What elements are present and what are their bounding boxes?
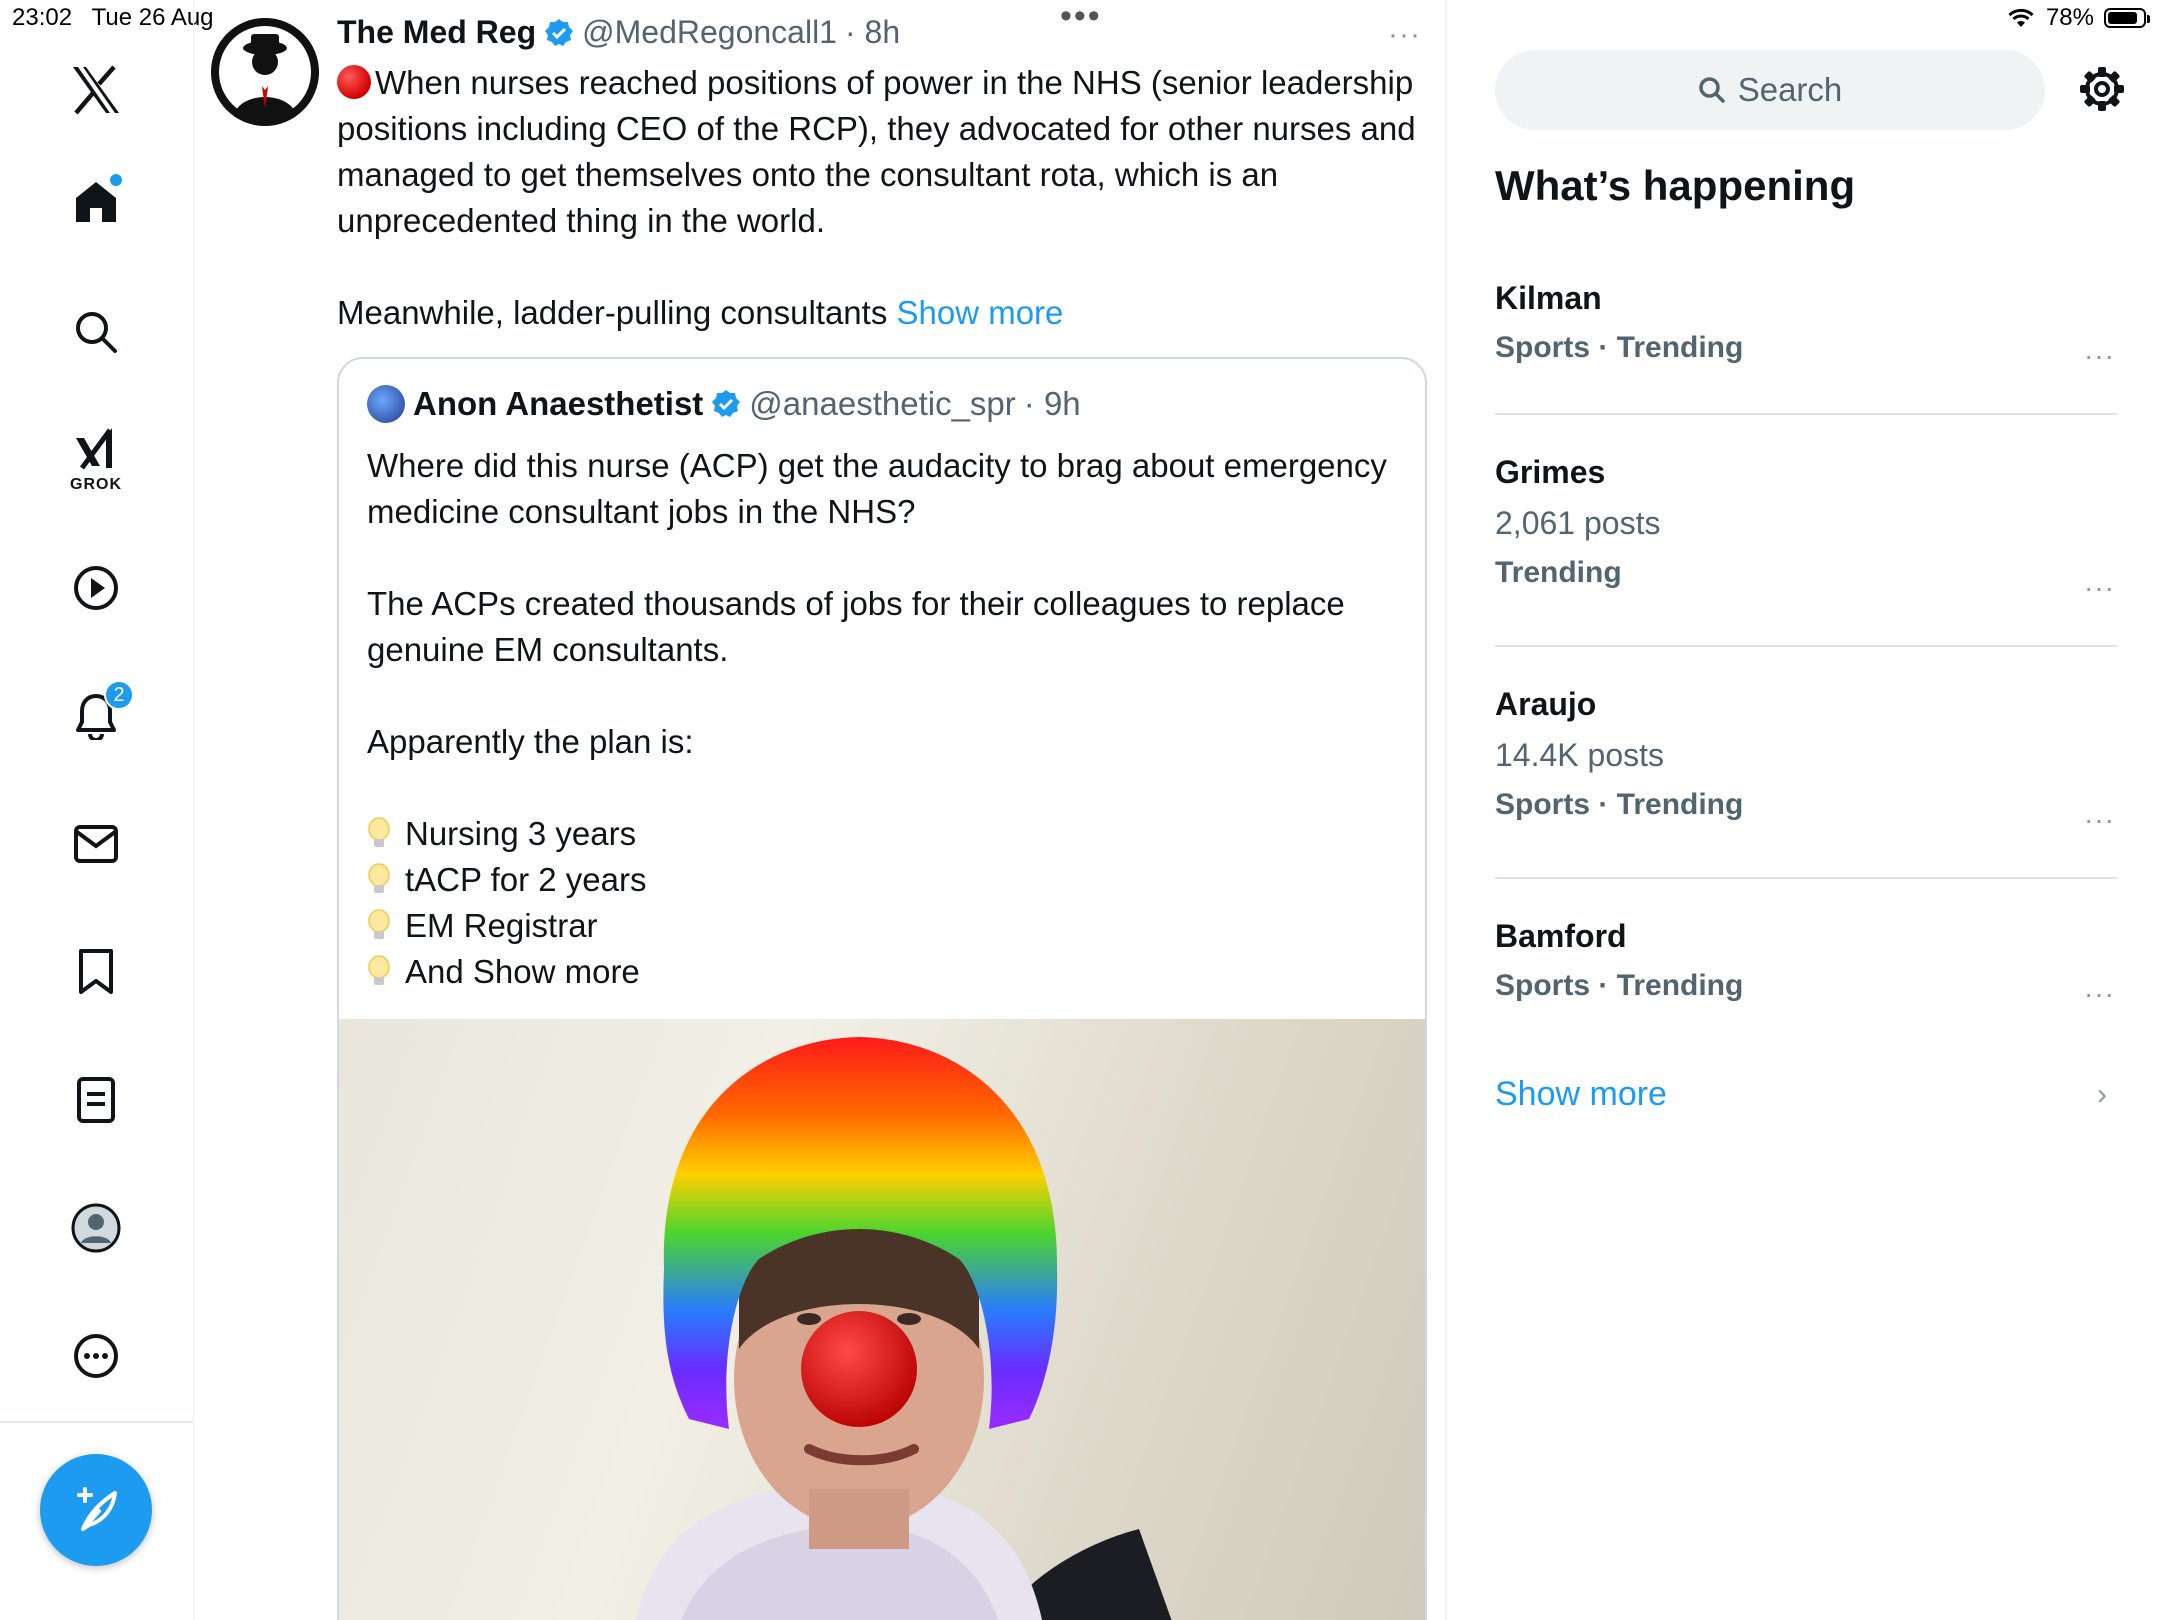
author-avatar[interactable] xyxy=(211,18,319,126)
nav-lists[interactable] xyxy=(64,1068,128,1132)
quoted-tweet-time[interactable]: · 9h xyxy=(1024,385,1081,423)
play-circle-icon xyxy=(74,566,118,610)
trend-item[interactable]: Bamford Sports · Trending ··· xyxy=(1495,918,2115,1009)
trends-show-more-link[interactable]: Show more xyxy=(1495,1075,1667,1114)
tweet-text: When nurses reached positions of power i… xyxy=(337,60,1427,336)
trend-name: Kilman xyxy=(1495,280,1602,316)
trend-item[interactable]: Araujo 14.4K posts Sports · Trending ··· xyxy=(1495,686,2115,835)
nav-profile[interactable] xyxy=(64,1196,128,1260)
trend-name: Araujo xyxy=(1495,686,1597,722)
trend-more-button[interactable]: ··· xyxy=(2084,340,2115,372)
tweet-time[interactable]: · 8h xyxy=(845,14,900,51)
mail-icon xyxy=(74,825,118,863)
trend-meta: Sports · Trending xyxy=(1495,331,1744,364)
feather-plus-icon xyxy=(77,1487,117,1531)
trend-item[interactable]: Grimes 2,061 posts Trending ··· xyxy=(1495,454,2115,603)
nav-explore[interactable] xyxy=(64,300,128,364)
lightbulb-emoji-icon xyxy=(368,955,390,985)
trend-meta: Sports · Trending xyxy=(1495,969,1744,1002)
compose-post-button[interactable] xyxy=(40,1454,152,1566)
list-icon xyxy=(77,1077,115,1123)
tweet-header: The Med Reg @MedRegoncall1 · 8h xyxy=(337,14,900,51)
nav-grok[interactable]: GROK xyxy=(64,420,128,493)
quoted-tweet-media-image[interactable] xyxy=(339,1019,1425,1620)
nav-messages[interactable] xyxy=(64,812,128,876)
plan-list-item-text: tACP for 2 years xyxy=(405,861,647,898)
timeline-column: The Med Reg @MedRegoncall1 · 8h ··· When… xyxy=(193,0,1447,1620)
tweet-author-name[interactable]: The Med Reg xyxy=(337,14,536,51)
tweet-more-button[interactable]: ··· xyxy=(1388,18,1421,52)
trend-name: Grimes xyxy=(1495,454,1606,490)
trend-meta: Sports · Trending xyxy=(1495,788,1744,821)
quoted-paragraph-3: Apparently the plan is: xyxy=(367,723,694,760)
nav-videos[interactable] xyxy=(64,556,128,620)
trend-item[interactable]: Kilman Sports · Trending ··· xyxy=(1495,280,2115,371)
quoted-tweet-header: Anon Anaesthetist @anaesthetic_spr · 9h xyxy=(367,385,1081,423)
home-unread-dot xyxy=(110,174,122,186)
trend-meta: Trending xyxy=(1495,556,1622,589)
nav-notifications[interactable]: 2 xyxy=(64,680,134,748)
quoted-tweet-text: Where did this nurse (ACP) get the audac… xyxy=(367,443,1397,995)
notification-badge: 2 xyxy=(104,680,134,710)
nav-home[interactable] xyxy=(64,170,128,234)
trend-divider xyxy=(1495,877,2117,879)
tweet-text-paragraph-2: Meanwhile, ladder-pulling consultants xyxy=(337,294,888,331)
whats-happening-title: What’s happening xyxy=(1495,162,1856,209)
trend-posts: 14.4K posts xyxy=(1495,737,1664,773)
tweet-text-paragraph-1: When nurses reached positions of power i… xyxy=(337,64,1416,239)
settings-gear-icon[interactable] xyxy=(2077,64,2127,114)
lightbulb-emoji-icon xyxy=(368,817,390,847)
quoted-paragraph-2: The ACPs created thousands of jobs for t… xyxy=(367,585,1345,668)
lightbulb-emoji-icon xyxy=(368,863,390,893)
plan-list-item: Nursing 3 years xyxy=(367,811,1397,857)
grok-label: GROK xyxy=(70,476,122,493)
more-circle-icon xyxy=(74,1334,118,1378)
quoted-author-name[interactable]: Anon Anaesthetist xyxy=(413,385,703,423)
tweet-show-more-link[interactable]: Show more xyxy=(897,294,1064,331)
search-input[interactable]: Search xyxy=(1495,50,2045,130)
trend-more-button[interactable]: ··· xyxy=(2084,572,2115,604)
plan-list-item-text: EM Registrar xyxy=(405,907,598,944)
profile-avatar-icon xyxy=(71,1203,121,1253)
right-sidebar: Search What’s happening Kilman Sports · … xyxy=(1447,0,2160,1620)
trend-divider xyxy=(1495,413,2117,415)
grok-icon xyxy=(76,428,113,470)
verified-badge-icon xyxy=(712,390,741,417)
search-placeholder: Search xyxy=(1737,71,1843,108)
plan-list-item: tACP for 2 years xyxy=(367,857,1397,903)
nav-divider xyxy=(0,1421,193,1423)
search-icon xyxy=(1698,77,1725,103)
trend-more-button[interactable]: ··· xyxy=(2084,804,2115,836)
trend-divider xyxy=(1495,645,2117,647)
tweet-author-handle[interactable]: @MedRegoncall1 xyxy=(582,14,837,51)
plan-list-item: EM Registrar xyxy=(367,903,1397,949)
bookmark-icon xyxy=(79,949,113,994)
lightbulb-emoji-icon xyxy=(368,909,390,939)
trend-name: Bamford xyxy=(1495,918,1627,954)
quoted-tweet[interactable]: Anon Anaesthetist @anaesthetic_spr · 9h … xyxy=(337,357,1427,1620)
verified-badge-icon xyxy=(545,18,574,46)
search-icon xyxy=(76,312,117,353)
trend-posts: 2,061 posts xyxy=(1495,505,1661,541)
quoted-author-avatar[interactable] xyxy=(367,385,405,423)
quoted-paragraph-1: Where did this nurse (ACP) get the audac… xyxy=(367,447,1387,530)
chevron-right-icon: › xyxy=(2097,1078,2107,1111)
nav-more[interactable] xyxy=(64,1324,128,1388)
red-circle-emoji-icon xyxy=(337,65,371,99)
plan-list-item: And Show more xyxy=(367,949,1397,995)
quoted-author-handle[interactable]: @anaesthetic_spr xyxy=(749,385,1015,423)
trend-more-button[interactable]: ··· xyxy=(2084,978,2115,1010)
plan-list-item-text: Nursing 3 years xyxy=(405,815,637,852)
x-logo-icon[interactable] xyxy=(64,58,128,122)
plan-list-item-text: And Show more xyxy=(405,953,640,990)
left-nav: GROK 2 xyxy=(0,0,194,1620)
nav-bookmarks[interactable] xyxy=(64,940,128,1004)
